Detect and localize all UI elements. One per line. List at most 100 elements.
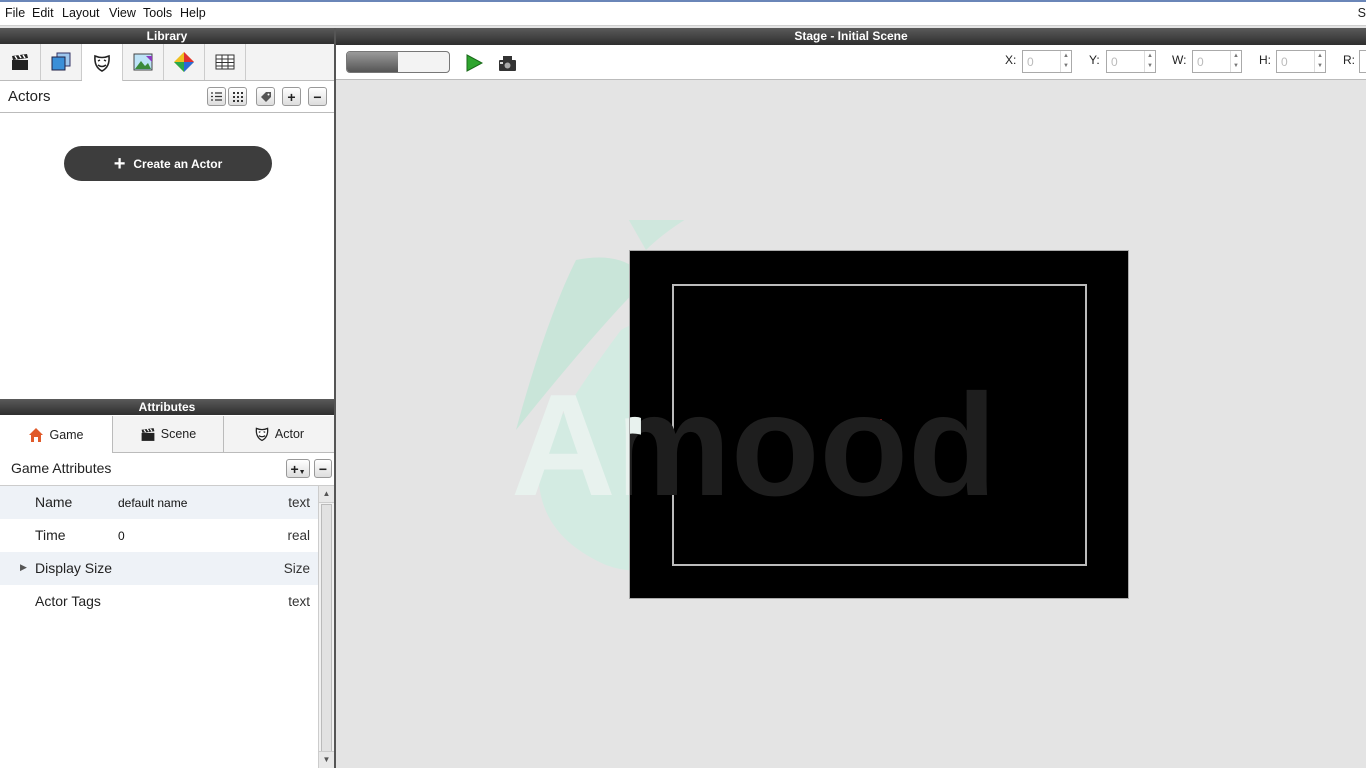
x-field[interactable]: 0 ▲ ▼: [1022, 50, 1072, 73]
attribute-type: text: [288, 594, 310, 609]
library-header: Library: [0, 28, 334, 44]
y-value: 0: [1111, 55, 1118, 69]
attribute-value[interactable]: default name: [118, 496, 187, 510]
table-icon: [215, 54, 235, 70]
spinner-icon[interactable]: ▲ ▼: [1060, 51, 1071, 72]
actor-mask-icon: [255, 427, 269, 442]
attributes-header-wrap: Attributes: [0, 399, 334, 415]
attributes-scrollbar[interactable]: ▲ ▼: [318, 486, 334, 768]
toggle-knob[interactable]: [347, 52, 398, 72]
list-icon: [211, 92, 222, 101]
scroll-thumb[interactable]: [321, 504, 332, 756]
tab-actor[interactable]: Actor: [224, 416, 334, 452]
house-icon: [29, 427, 44, 442]
spinner-icon[interactable]: ▲ ▼: [1144, 51, 1155, 72]
tab-game-label: Game: [49, 427, 84, 442]
attribute-value[interactable]: 0: [118, 529, 125, 543]
palette-icon: [174, 52, 194, 72]
menu-layout[interactable]: Layout: [62, 6, 100, 20]
attribute-type: Size: [283, 561, 310, 576]
stage-header: Stage - Initial Scene: [336, 28, 1366, 45]
layers-icon: [51, 52, 71, 71]
menu-bar: File Edit Layout View Tools Help S: [0, 0, 1366, 26]
tab-game[interactable]: Game: [0, 416, 113, 453]
actors-header: Actors + −: [0, 81, 334, 113]
minus-icon: −: [313, 88, 322, 105]
y-field[interactable]: 0 ▲ ▼: [1106, 50, 1156, 73]
spinner-icon[interactable]: ▲ ▼: [1230, 51, 1241, 72]
r-label: R:: [1343, 53, 1355, 67]
clapperboard-icon: [12, 54, 28, 70]
create-actor-button[interactable]: + Create an Actor: [64, 146, 272, 181]
remove-attribute-button[interactable]: −: [314, 459, 332, 478]
create-actor-label: Create an Actor: [133, 156, 223, 171]
play-icon[interactable]: [464, 53, 484, 73]
tab-scene-label: Scene: [160, 427, 197, 441]
menu-truncated: S: [1357, 6, 1366, 20]
image-icon: [133, 53, 153, 71]
table-row[interactable]: Time 0 real: [0, 519, 318, 552]
scroll-up-arrow-icon[interactable]: ▲: [319, 486, 334, 503]
tag-icon: [260, 91, 271, 102]
menu-help[interactable]: Help: [180, 6, 206, 20]
table-row[interactable]: Actor Tags text: [0, 585, 318, 618]
r-field[interactable]: [1359, 50, 1366, 73]
grid-icon: [232, 91, 243, 102]
tab-actors[interactable]: [82, 44, 123, 81]
spinner-icon[interactable]: ▲ ▼: [1314, 51, 1325, 72]
tab-images[interactable]: [123, 44, 164, 80]
tab-scene[interactable]: Scene: [113, 416, 224, 452]
h-value: 0: [1281, 55, 1288, 69]
stage-toolbar: X: 0 ▲ ▼ Y: 0 ▲ ▼ W: 0 ▲ ▼ H: 0 ▲ ▼ R:: [336, 45, 1366, 80]
menu-edit[interactable]: Edit: [32, 6, 54, 20]
svg-text:Ar: Ar: [630, 364, 643, 526]
remove-actor-button[interactable]: −: [308, 87, 327, 106]
left-panel: Library Actors + − + Create an Actor Att…: [0, 28, 336, 768]
actor-mask-icon: [94, 54, 110, 72]
actors-title: Actors: [8, 88, 51, 105]
attributes-header: Attributes: [0, 399, 334, 415]
expand-triangle-icon[interactable]: ▶: [20, 562, 27, 573]
camera-icon[interactable]: [498, 54, 517, 72]
x-label: X:: [1005, 53, 1017, 67]
list-view-button[interactable]: [207, 87, 226, 106]
game-attributes-header: Game Attributes +▼ −: [0, 453, 334, 486]
attribute-type: real: [287, 528, 310, 543]
w-label: W:: [1172, 53, 1187, 67]
library-tabs: [0, 44, 334, 81]
crosshair-icon: [874, 419, 888, 433]
menu-view[interactable]: View: [109, 6, 136, 20]
h-field[interactable]: 0 ▲ ▼: [1276, 50, 1326, 73]
w-field[interactable]: 0 ▲ ▼: [1192, 50, 1242, 73]
attribute-name: Name: [35, 494, 73, 510]
minus-icon: −: [318, 460, 328, 477]
attribute-name: Time: [35, 527, 66, 543]
tab-actor-label: Actor: [274, 427, 305, 441]
attribute-name: Display Size: [35, 560, 113, 576]
add-attribute-button[interactable]: +▼: [286, 459, 310, 478]
grid-view-button[interactable]: [228, 87, 247, 106]
tab-tables[interactable]: [205, 44, 246, 80]
w-value: 0: [1197, 55, 1204, 69]
plus-dropdown-icon: +▼: [290, 460, 306, 477]
table-row[interactable]: ▶ Display Size Size: [0, 552, 318, 585]
table-row[interactable]: Name default name text: [0, 486, 318, 519]
tab-behaviors[interactable]: [164, 44, 205, 80]
plus-icon: +: [113, 152, 126, 175]
menu-tools[interactable]: Tools: [143, 6, 172, 20]
add-actor-button[interactable]: +: [282, 87, 301, 106]
clapperboard-icon: [141, 427, 155, 441]
stage-canvas[interactable]: Ar mood mood Ar: [336, 80, 1366, 768]
attributes-tabs: Game Scene Actor: [0, 416, 334, 453]
mode-toggle[interactable]: [346, 51, 450, 73]
scene-viewport[interactable]: mood Ar: [629, 250, 1129, 599]
tab-scenes[interactable]: [0, 44, 41, 80]
attribute-name: Actor Tags: [35, 593, 101, 609]
tab-layers[interactable]: [41, 44, 82, 80]
h-label: H:: [1259, 53, 1271, 67]
scroll-down-arrow-icon[interactable]: ▼: [319, 751, 334, 768]
x-value: 0: [1027, 55, 1034, 69]
menu-file[interactable]: File: [5, 6, 25, 20]
y-label: Y:: [1089, 53, 1100, 67]
tag-button[interactable]: [256, 87, 275, 106]
